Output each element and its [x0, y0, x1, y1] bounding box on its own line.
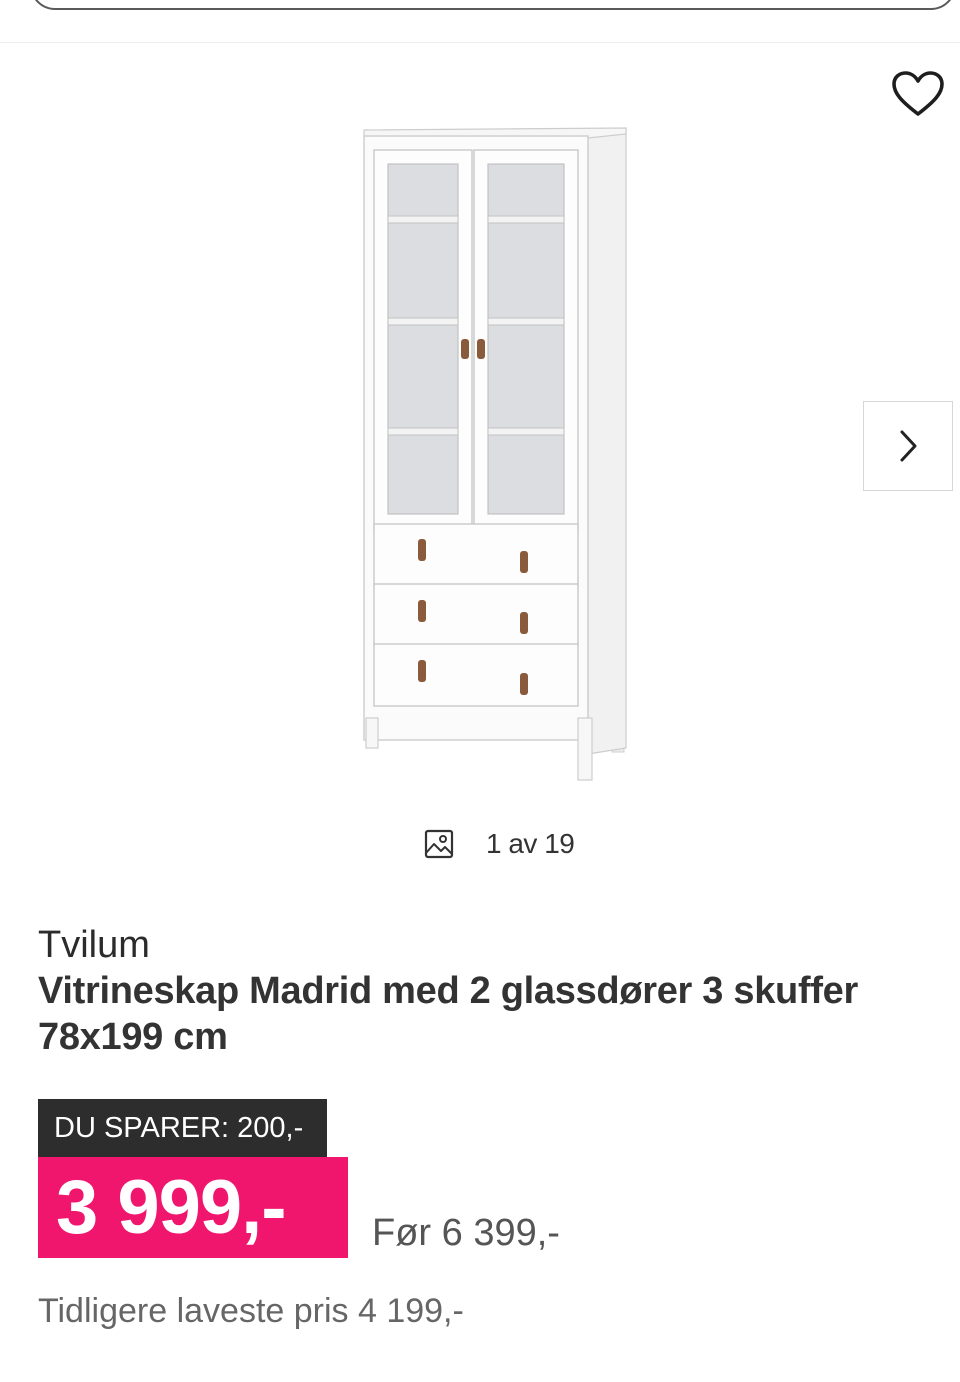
product-brand[interactable]: Tvilum: [38, 924, 150, 967]
product-image[interactable]: [350, 118, 640, 790]
image-counter: 1 av 19: [424, 826, 575, 862]
lowest-price-note: Tidligere laveste pris 4 199,-: [38, 1292, 464, 1330]
favorite-button[interactable]: [888, 66, 948, 122]
savings-badge: DU SPARER: 200,-: [38, 1099, 327, 1157]
chevron-right-icon: [900, 430, 917, 462]
current-price: 3 999,-: [38, 1157, 348, 1258]
product-title: Vitrineskap Madrid med 2 glassdører 3 sk…: [38, 970, 858, 1058]
original-price: Før 6 399,-: [372, 1212, 560, 1254]
image-icon: [424, 829, 454, 859]
image-counter-text: 1 av 19: [486, 828, 575, 859]
next-image-button[interactable]: [863, 401, 953, 491]
header-divider: [0, 42, 960, 43]
heart-outline-icon: [892, 71, 944, 116]
search-bar[interactable]: [30, 0, 956, 10]
